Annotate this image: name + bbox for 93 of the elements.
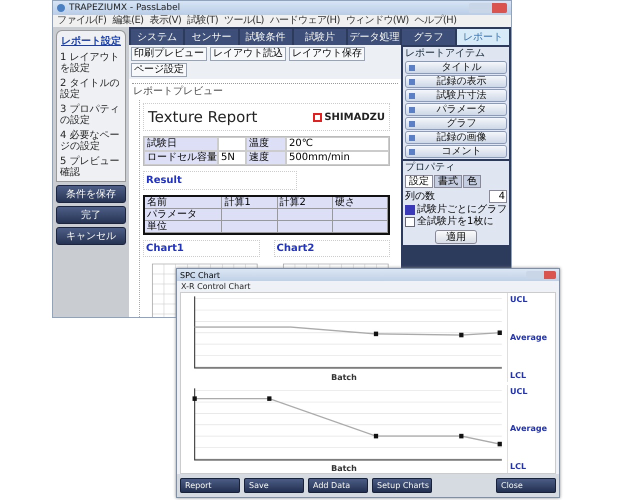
tab[interactable]: データ処理	[348, 29, 400, 45]
limit-label: Average	[510, 424, 548, 434]
field-value: 20℃	[286, 137, 389, 151]
close-button[interactable]: Close	[496, 478, 556, 493]
report-item-button[interactable]: 試験片寸法	[405, 89, 507, 102]
field-label: ロードセル容量	[144, 151, 218, 165]
report-item-button[interactable]: グラフ	[405, 117, 507, 130]
toolbar-button[interactable]: Setup Charts	[372, 478, 432, 493]
report-item-button[interactable]: コメント	[405, 145, 507, 158]
field-label: 試験日	[144, 137, 218, 151]
chart-title: X-R Control Chart	[180, 281, 252, 292]
field-value: 5N	[218, 151, 246, 165]
wizard-title[interactable]: レポート設定	[60, 34, 122, 48]
tab[interactable]: グラフ	[402, 29, 455, 45]
table-cell	[278, 209, 333, 221]
preview-label: レポートプレビュー	[132, 84, 224, 98]
toolbar-button[interactable]: Save	[244, 478, 304, 493]
checkbox[interactable]	[405, 205, 415, 215]
toolbar-button[interactable]: レイアウト保存	[289, 47, 365, 61]
panel-title: レポートアイテム	[405, 48, 486, 60]
limit-label: LCL	[510, 370, 528, 380]
tab[interactable]: レポート	[456, 29, 509, 45]
wizard-button[interactable]: 完了	[56, 206, 126, 224]
limit-label: Average	[510, 332, 548, 342]
axis-label: Batch	[331, 464, 357, 473]
report-item-button[interactable]: タイトル	[405, 61, 507, 74]
chart-label: Chart1	[143, 240, 260, 257]
logo-icon	[313, 112, 322, 122]
field-value	[218, 137, 246, 151]
tab[interactable]: システム	[131, 29, 184, 45]
menu-item[interactable]: ヘルプ(H)	[414, 15, 458, 27]
report-item-button[interactable]: 記録の画像	[405, 131, 507, 144]
table-cell: 単位	[145, 221, 222, 233]
table-header: 計算2	[278, 197, 333, 209]
tab[interactable]: 設定	[405, 175, 433, 188]
axis-label: Batch	[331, 372, 357, 382]
field-value: 500mm/min	[286, 151, 389, 165]
checkbox-label: 試験片ごとにグラフ	[417, 204, 507, 215]
wizard-button[interactable]: キャンセル	[56, 227, 126, 245]
table-header: 名前	[145, 197, 222, 209]
wizard-step[interactable]: 1 レイアウトを設定	[60, 52, 122, 74]
apply-button[interactable]: 適用	[435, 230, 477, 244]
window-controls-icon[interactable]	[469, 3, 507, 13]
toolbar-button[interactable]: ページ設定	[131, 63, 187, 77]
wizard-step[interactable]: 2 タイトルの設定	[60, 78, 122, 100]
limit-label: UCL	[510, 386, 528, 396]
report-title: Texture Report	[148, 108, 258, 126]
toolbar-button[interactable]: Report	[180, 478, 240, 493]
tab[interactable]: 試験条件	[240, 29, 292, 45]
toolbar-button[interactable]: レイアウト読込	[210, 47, 286, 61]
table-header: 硬さ	[332, 197, 388, 209]
limit-label: UCL	[510, 295, 528, 304]
table-cell	[222, 221, 278, 233]
tab[interactable]: 色	[463, 175, 481, 188]
wizard-button[interactable]: 条件を保存	[56, 185, 126, 203]
number-field[interactable]: 4	[489, 190, 507, 202]
menu-item[interactable]: 編集(E)	[111, 15, 144, 27]
menu-item[interactable]: 表示(V)	[148, 15, 182, 27]
wizard-step[interactable]: 3 プロパティの設定	[60, 104, 122, 126]
wizard-step[interactable]: 4 必要なページの設定	[60, 130, 122, 152]
panel-title: プロパティ	[405, 162, 456, 174]
window-controls-icon[interactable]	[526, 271, 556, 279]
toolbar-button[interactable]: Add Data	[308, 478, 368, 493]
checkbox-label: 全試験片を1枚に	[417, 216, 494, 227]
window-title: SPC Chart	[180, 270, 222, 280]
menu-item[interactable]: ツール(L)	[223, 15, 265, 27]
table-header: 計算1	[222, 197, 278, 209]
tab[interactable]: 書式	[434, 175, 462, 188]
checkbox[interactable]	[405, 217, 415, 227]
tab[interactable]: 試験片	[294, 29, 346, 45]
menu-item[interactable]: ファイル(F)	[56, 15, 108, 27]
limit-label: LCL	[510, 462, 528, 471]
result-label: Result	[143, 171, 298, 190]
window-title: TRAPEZIUMX - PassLabel	[69, 3, 182, 13]
toolbar-button[interactable]: 印刷プレビュー	[131, 47, 207, 61]
table-cell	[222, 209, 278, 221]
field-label: 温度	[246, 137, 286, 151]
app-icon	[57, 4, 65, 12]
table-cell	[332, 221, 388, 233]
tab[interactable]: センサー	[185, 29, 238, 45]
menu-item[interactable]: ハードウェア(H)	[268, 15, 341, 27]
report-item-button[interactable]: パラメータ	[405, 103, 507, 116]
table-cell: パラメータ	[145, 209, 222, 221]
menu-item[interactable]: ウィンドウ(W)	[344, 15, 410, 27]
chart-label: Chart2	[274, 240, 390, 257]
table-cell	[278, 221, 333, 233]
table-cell	[332, 209, 388, 221]
wizard-step[interactable]: 5 プレビュー確認	[60, 156, 122, 178]
field-label: 速度	[246, 151, 286, 165]
menu-item[interactable]: 試験(T)	[186, 15, 220, 27]
report-item-button[interactable]: 記録の表示	[405, 75, 507, 88]
logo-text: SHIMADZU	[324, 112, 385, 122]
field-label: 列の数	[405, 190, 435, 203]
